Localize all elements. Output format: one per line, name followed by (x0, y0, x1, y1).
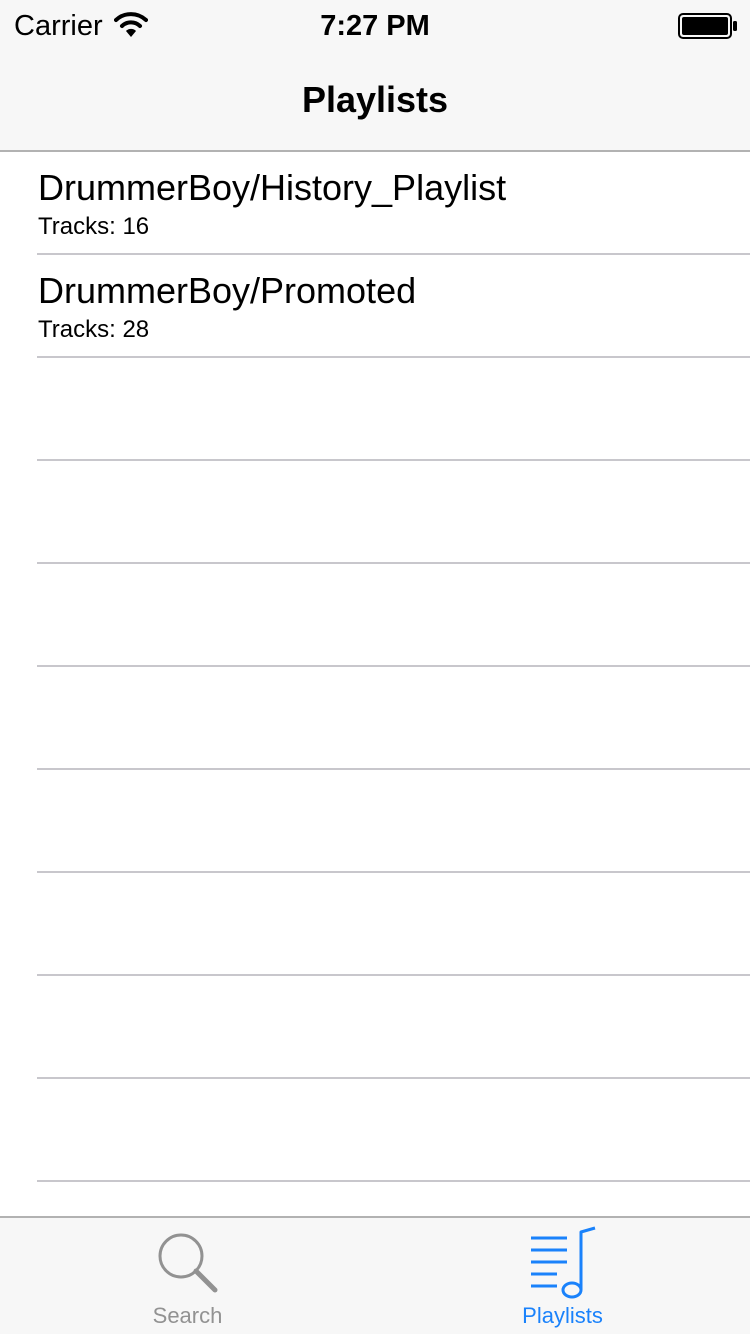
playlist-table[interactable]: DrummerBoy/History_Playlist Tracks: 16 D… (0, 152, 750, 1216)
search-icon (158, 1233, 217, 1293)
playlist-name: DrummerBoy/Promoted (38, 270, 417, 311)
playlist-icon (530, 1226, 595, 1299)
empty-row (37, 564, 750, 667)
playlist-track-count: Tracks: 16 (38, 213, 150, 240)
empty-row (37, 976, 750, 1079)
tab-playlists-label: Playlists (522, 1303, 603, 1328)
playlist-track-count: Tracks: 28 (38, 316, 150, 343)
playlist-row[interactable]: DrummerBoy/Promoted Tracks: 28 (37, 255, 750, 358)
navigation-bar: Carrier 7:27 PM Playlists (0, 0, 750, 152)
tab-playlists[interactable]: Playlists (375, 1218, 750, 1334)
empty-row (37, 873, 750, 976)
screen: Carrier 7:27 PM Playlists DrummerBoy/His… (0, 0, 750, 1334)
battery-icon (678, 13, 737, 39)
playlist-name: DrummerBoy/History_Playlist (38, 167, 507, 208)
tab-bar: Search Playlists (0, 1216, 750, 1334)
empty-row (37, 358, 750, 461)
empty-row (37, 461, 750, 564)
page-title: Playlists (301, 79, 449, 120)
empty-row (37, 1079, 750, 1182)
status-time: 7:27 PM (320, 10, 430, 42)
tab-search-label: Search (152, 1303, 223, 1328)
empty-row (37, 667, 750, 770)
empty-row (37, 770, 750, 873)
playlist-row[interactable]: DrummerBoy/History_Playlist Tracks: 16 (37, 152, 750, 255)
empty-row (37, 1182, 750, 1216)
tab-search[interactable]: Search (0, 1218, 375, 1334)
